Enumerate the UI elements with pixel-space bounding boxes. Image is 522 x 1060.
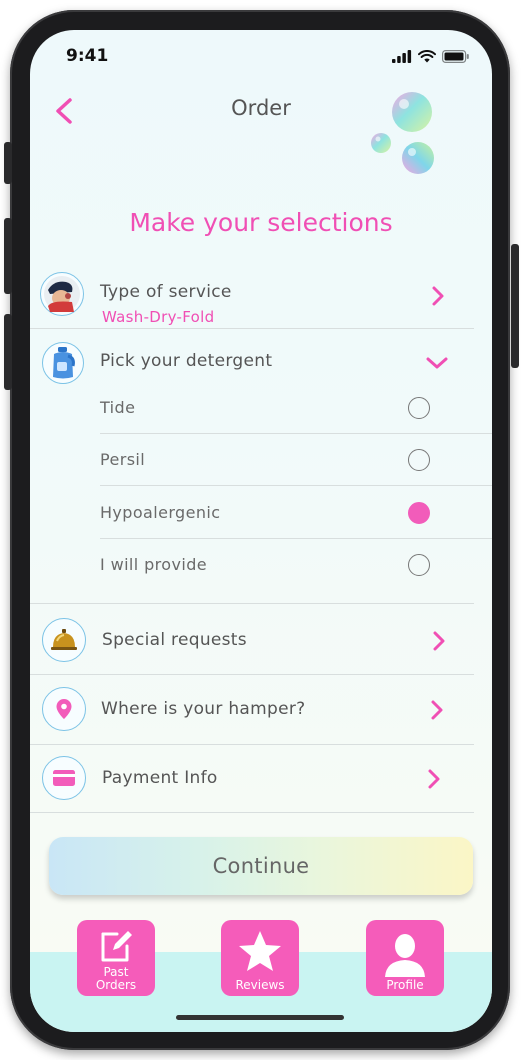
signal-icon	[392, 50, 412, 63]
tab-past-orders[interactable]: Past Orders	[77, 920, 155, 996]
app-screen: 9:41 Order Make your selections Type of …	[30, 30, 492, 1032]
divider	[100, 433, 492, 434]
hamper-row[interactable]: Where is your hamper?	[30, 686, 476, 736]
credit-card-icon	[42, 756, 86, 800]
option-label: Tide	[100, 398, 136, 417]
detergent-row[interactable]: Pick your detergent	[30, 338, 476, 388]
bubbles-logo	[371, 92, 434, 174]
divider	[30, 812, 474, 813]
service-bell-icon	[42, 618, 86, 662]
volume-up-button	[4, 218, 12, 294]
section-heading: Make your selections	[129, 208, 393, 237]
star-icon	[239, 931, 281, 971]
edit-icon	[101, 931, 132, 962]
volume-down-button	[4, 314, 12, 390]
payment-label: Payment Info	[102, 768, 218, 788]
hamper-label: Where is your hamper?	[101, 699, 306, 719]
special-requests-row[interactable]: Special requests	[30, 616, 476, 666]
continue-button[interactable]: Continue	[49, 837, 473, 895]
divider	[100, 485, 492, 486]
chevron-right-icon[interactable]	[429, 698, 445, 722]
home-indicator	[176, 1015, 344, 1020]
service-label: Type of service	[100, 282, 232, 302]
user-icon	[385, 934, 425, 977]
location-pin-icon	[42, 687, 86, 731]
radio-tide[interactable]	[408, 397, 430, 419]
tab-label: Reviews	[235, 978, 285, 992]
radio-hypoalergenic-selected[interactable]	[408, 502, 430, 524]
divider	[100, 538, 492, 539]
chevron-right-icon[interactable]	[431, 629, 447, 653]
payment-row[interactable]: Payment Info	[30, 755, 476, 805]
tab-reviews[interactable]: Reviews	[221, 920, 299, 996]
chevron-down-icon[interactable]	[424, 355, 450, 371]
tab-profile[interactable]: Profile	[366, 920, 444, 996]
option-label: Hypoalergenic	[100, 503, 221, 522]
battery-icon	[442, 50, 469, 63]
radio-self[interactable]	[408, 554, 430, 576]
chevron-right-icon[interactable]	[426, 767, 442, 791]
detergent-label: Pick your detergent	[100, 351, 273, 371]
divider	[30, 674, 474, 675]
service-row[interactable]: Type of service Wash-Dry-Fold	[30, 270, 476, 328]
wifi-icon	[418, 50, 436, 63]
status-time: 9:41	[66, 46, 109, 66]
tab-label: Profile	[386, 978, 424, 992]
radio-persil[interactable]	[408, 449, 430, 471]
status-icons	[392, 50, 470, 63]
laundry-person-icon	[40, 272, 84, 316]
divider	[30, 744, 474, 745]
service-value: Wash-Dry-Fold	[102, 308, 215, 326]
special-requests-label: Special requests	[102, 630, 247, 650]
tab-label: Past Orders	[95, 965, 137, 992]
divider	[30, 328, 474, 329]
option-label: I will provide	[100, 555, 207, 574]
detergent-bottle-icon	[42, 342, 84, 384]
power-button	[511, 244, 519, 368]
option-label: Persil	[100, 450, 146, 469]
divider	[30, 603, 474, 604]
chevron-right-icon[interactable]	[430, 284, 446, 308]
mute-switch	[4, 142, 12, 184]
